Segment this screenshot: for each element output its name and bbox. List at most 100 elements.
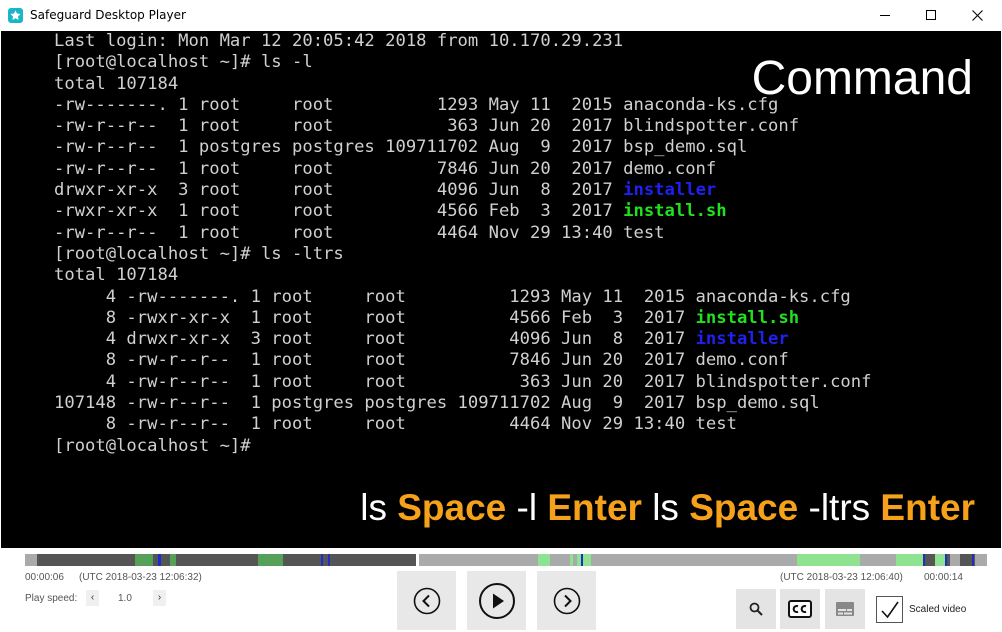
title-bar: Safeguard Desktop Player	[0, 0, 1002, 31]
terminal-line: 8 -rw-r--r-- 1 root root 4464 Nov 29 13:…	[54, 414, 871, 435]
caption-key: Enter	[547, 487, 642, 528]
keystroke-caption: ls Space -l Enter ls Space -ltrs Enter	[360, 487, 975, 529]
timeline-segment	[950, 554, 960, 566]
timeline-segment	[896, 554, 924, 566]
timeline-segment	[170, 554, 176, 566]
timeline-segment	[321, 554, 323, 566]
play-speed-label: Play speed:	[25, 593, 78, 604]
timeline-segment	[570, 554, 573, 566]
search-button[interactable]	[736, 589, 776, 629]
close-button[interactable]	[954, 0, 1000, 31]
checkmark-icon	[880, 601, 899, 618]
terminal-text: 8 -rwxr-xr-x 1 root root 4566 Feb 3 2017	[54, 307, 696, 328]
timeline-segment	[577, 554, 591, 566]
current-time-utc: (UTC 2018-03-23 12:06:32)	[79, 572, 202, 583]
timeline-bar[interactable]	[25, 554, 987, 566]
minimize-icon	[879, 15, 890, 16]
scaled-video-label: Scaled video	[909, 604, 967, 615]
timeline-segment	[419, 554, 816, 566]
terminal-highlight-blue: installer	[623, 180, 717, 201]
terminal-text: Last login: Mon Mar 12 20:05:42 2018 fro…	[54, 31, 624, 51]
terminal-text: -rw-r--r-- 1 root root 363 Jun 20 2017 b…	[54, 116, 800, 137]
caption-text: -ltrs	[798, 487, 881, 528]
terminal-text: -rw-r--r-- 1 root root 7846 Jun 20 2017 …	[54, 158, 717, 179]
player-controls: 00:00:06 (UTC 2018-03-23 12:06:32) (UTC …	[0, 548, 1002, 632]
terminal-line: -rw-r--r-- 1 root root 4464 Nov 29 13:40…	[54, 223, 871, 244]
play-button[interactable]	[467, 571, 526, 630]
maximize-button[interactable]	[908, 0, 954, 31]
caption-text: ls	[360, 487, 398, 528]
subtitles-icon	[836, 602, 854, 616]
timeline-segment	[328, 554, 330, 566]
terminal-line: -rw-r--r-- 1 postgres postgres 109711702…	[54, 137, 871, 158]
terminal-text: total 107184	[54, 73, 179, 94]
terminal-line: 4 -rw-------. 1 root root 1293 May 11 20…	[54, 287, 871, 308]
subtitles-button[interactable]	[825, 589, 865, 629]
caption-key: Enter	[880, 487, 975, 528]
terminal-text: 107148 -rw-r--r-- 1 postgres postgres 10…	[54, 393, 820, 414]
terminal-text: -rw-------. 1 root root 1293 May 11 2015…	[54, 94, 779, 115]
timeline-segment	[923, 554, 925, 566]
terminal-output: Last login: Mon Mar 12 20:05:42 2018 fro…	[54, 31, 871, 457]
terminal-line: 4 drwxr-xr-x 3 root root 4096 Jun 8 2017…	[54, 329, 871, 350]
timeline-segment	[538, 554, 550, 566]
terminal-text: 4 -rw-r--r-- 1 root root 363 Jun 20 2017…	[54, 371, 872, 392]
terminal-text: [root@localhost ~]#	[54, 435, 251, 456]
terminal-line: -rw-r--r-- 1 root root 363 Jun 20 2017 b…	[54, 116, 871, 137]
closed-captions-icon	[788, 600, 812, 618]
terminal-text: 4 drwxr-xr-x 3 root root 4096 Jun 8 2017	[54, 329, 696, 350]
terminal-line: -rw-r--r-- 1 root root 7846 Jun 20 2017 …	[54, 159, 871, 180]
terminal-line: 8 -rw-r--r-- 1 root root 7846 Jun 20 201…	[54, 350, 871, 371]
terminal-text: 8 -rw-r--r-- 1 root root 7846 Jun 20 201…	[54, 350, 789, 371]
terminal-text: drwxr-xr-x 3 root root 4096 Jun 8 2017	[54, 180, 624, 201]
scaled-video-checkbox[interactable]	[876, 596, 903, 623]
next-button[interactable]	[537, 571, 596, 630]
terminal-text: [root@localhost ~]# ls -l	[54, 52, 313, 73]
timeline-segment	[581, 554, 583, 566]
terminal-line: total 107184	[54, 265, 871, 286]
speed-increase-button[interactable]: ›	[153, 590, 166, 606]
timeline-segment	[935, 554, 945, 566]
speed-decrease-button[interactable]: ‹	[86, 590, 99, 606]
terminal-line: 4 -rw-r--r-- 1 root root 363 Jun 20 2017…	[54, 371, 872, 393]
terminal-line: Last login: Mon Mar 12 20:05:42 2018 fro…	[54, 31, 871, 52]
window-title: Safeguard Desktop Player	[30, 8, 186, 22]
timeline-segment	[860, 554, 896, 566]
terminal-text: 4 -rw-------. 1 root root 1293 May 11 20…	[54, 286, 851, 307]
timeline-segment	[135, 554, 153, 566]
caption-text: -l	[506, 487, 548, 528]
terminal-text: -rw-r--r-- 1 postgres postgres 109711702…	[54, 137, 748, 158]
terminal-text: 8 -rw-r--r-- 1 root root 4464 Nov 29 13:…	[54, 414, 737, 435]
command-overlay-title: Command	[751, 52, 973, 105]
caption-text: ls	[641, 487, 690, 528]
previous-icon	[413, 587, 440, 614]
timeline-segment	[258, 554, 283, 566]
play-speed-value: 1.0	[118, 593, 132, 604]
terminal-screen: Last login: Mon Mar 12 20:05:42 2018 fro…	[1, 31, 1001, 548]
timeline-segment	[945, 554, 947, 566]
terminal-line: 8 -rwxr-xr-x 1 root root 4566 Feb 3 2017…	[54, 308, 871, 329]
search-icon	[749, 602, 763, 616]
terminal-line: [root@localhost ~]# ls -ltrs	[54, 244, 871, 265]
timeline-segment	[158, 554, 161, 566]
maximize-icon	[925, 10, 936, 20]
terminal-text: -rw-r--r-- 1 root root 4464 Nov 29 13:40…	[54, 222, 665, 243]
terminal-line: 107148 -rw-r--r-- 1 postgres postgres 10…	[54, 393, 871, 414]
terminal-line: total 107184	[54, 74, 871, 95]
minimize-button[interactable]	[862, 0, 908, 31]
terminal-highlight-blue: installer	[695, 329, 789, 350]
next-icon	[553, 587, 580, 614]
play-icon	[478, 582, 515, 619]
caption-key: Space	[397, 487, 507, 528]
closed-captions-button[interactable]	[780, 589, 820, 629]
terminal-text: [root@localhost ~]# ls -ltrs	[54, 243, 344, 264]
terminal-highlight-green: install.sh	[695, 307, 800, 328]
timeline-playhead[interactable]	[416, 554, 419, 566]
end-time: 00:00:14	[924, 572, 963, 583]
timeline-segment	[25, 554, 37, 566]
previous-button[interactable]	[397, 571, 456, 630]
safeguard-logo-icon	[8, 8, 23, 23]
terminal-line: [root@localhost ~]#	[54, 436, 871, 457]
terminal-highlight-green: install.sh	[623, 201, 727, 222]
terminal-line: drwxr-xr-x 3 root root 4096 Jun 8 2017 i…	[54, 180, 871, 201]
